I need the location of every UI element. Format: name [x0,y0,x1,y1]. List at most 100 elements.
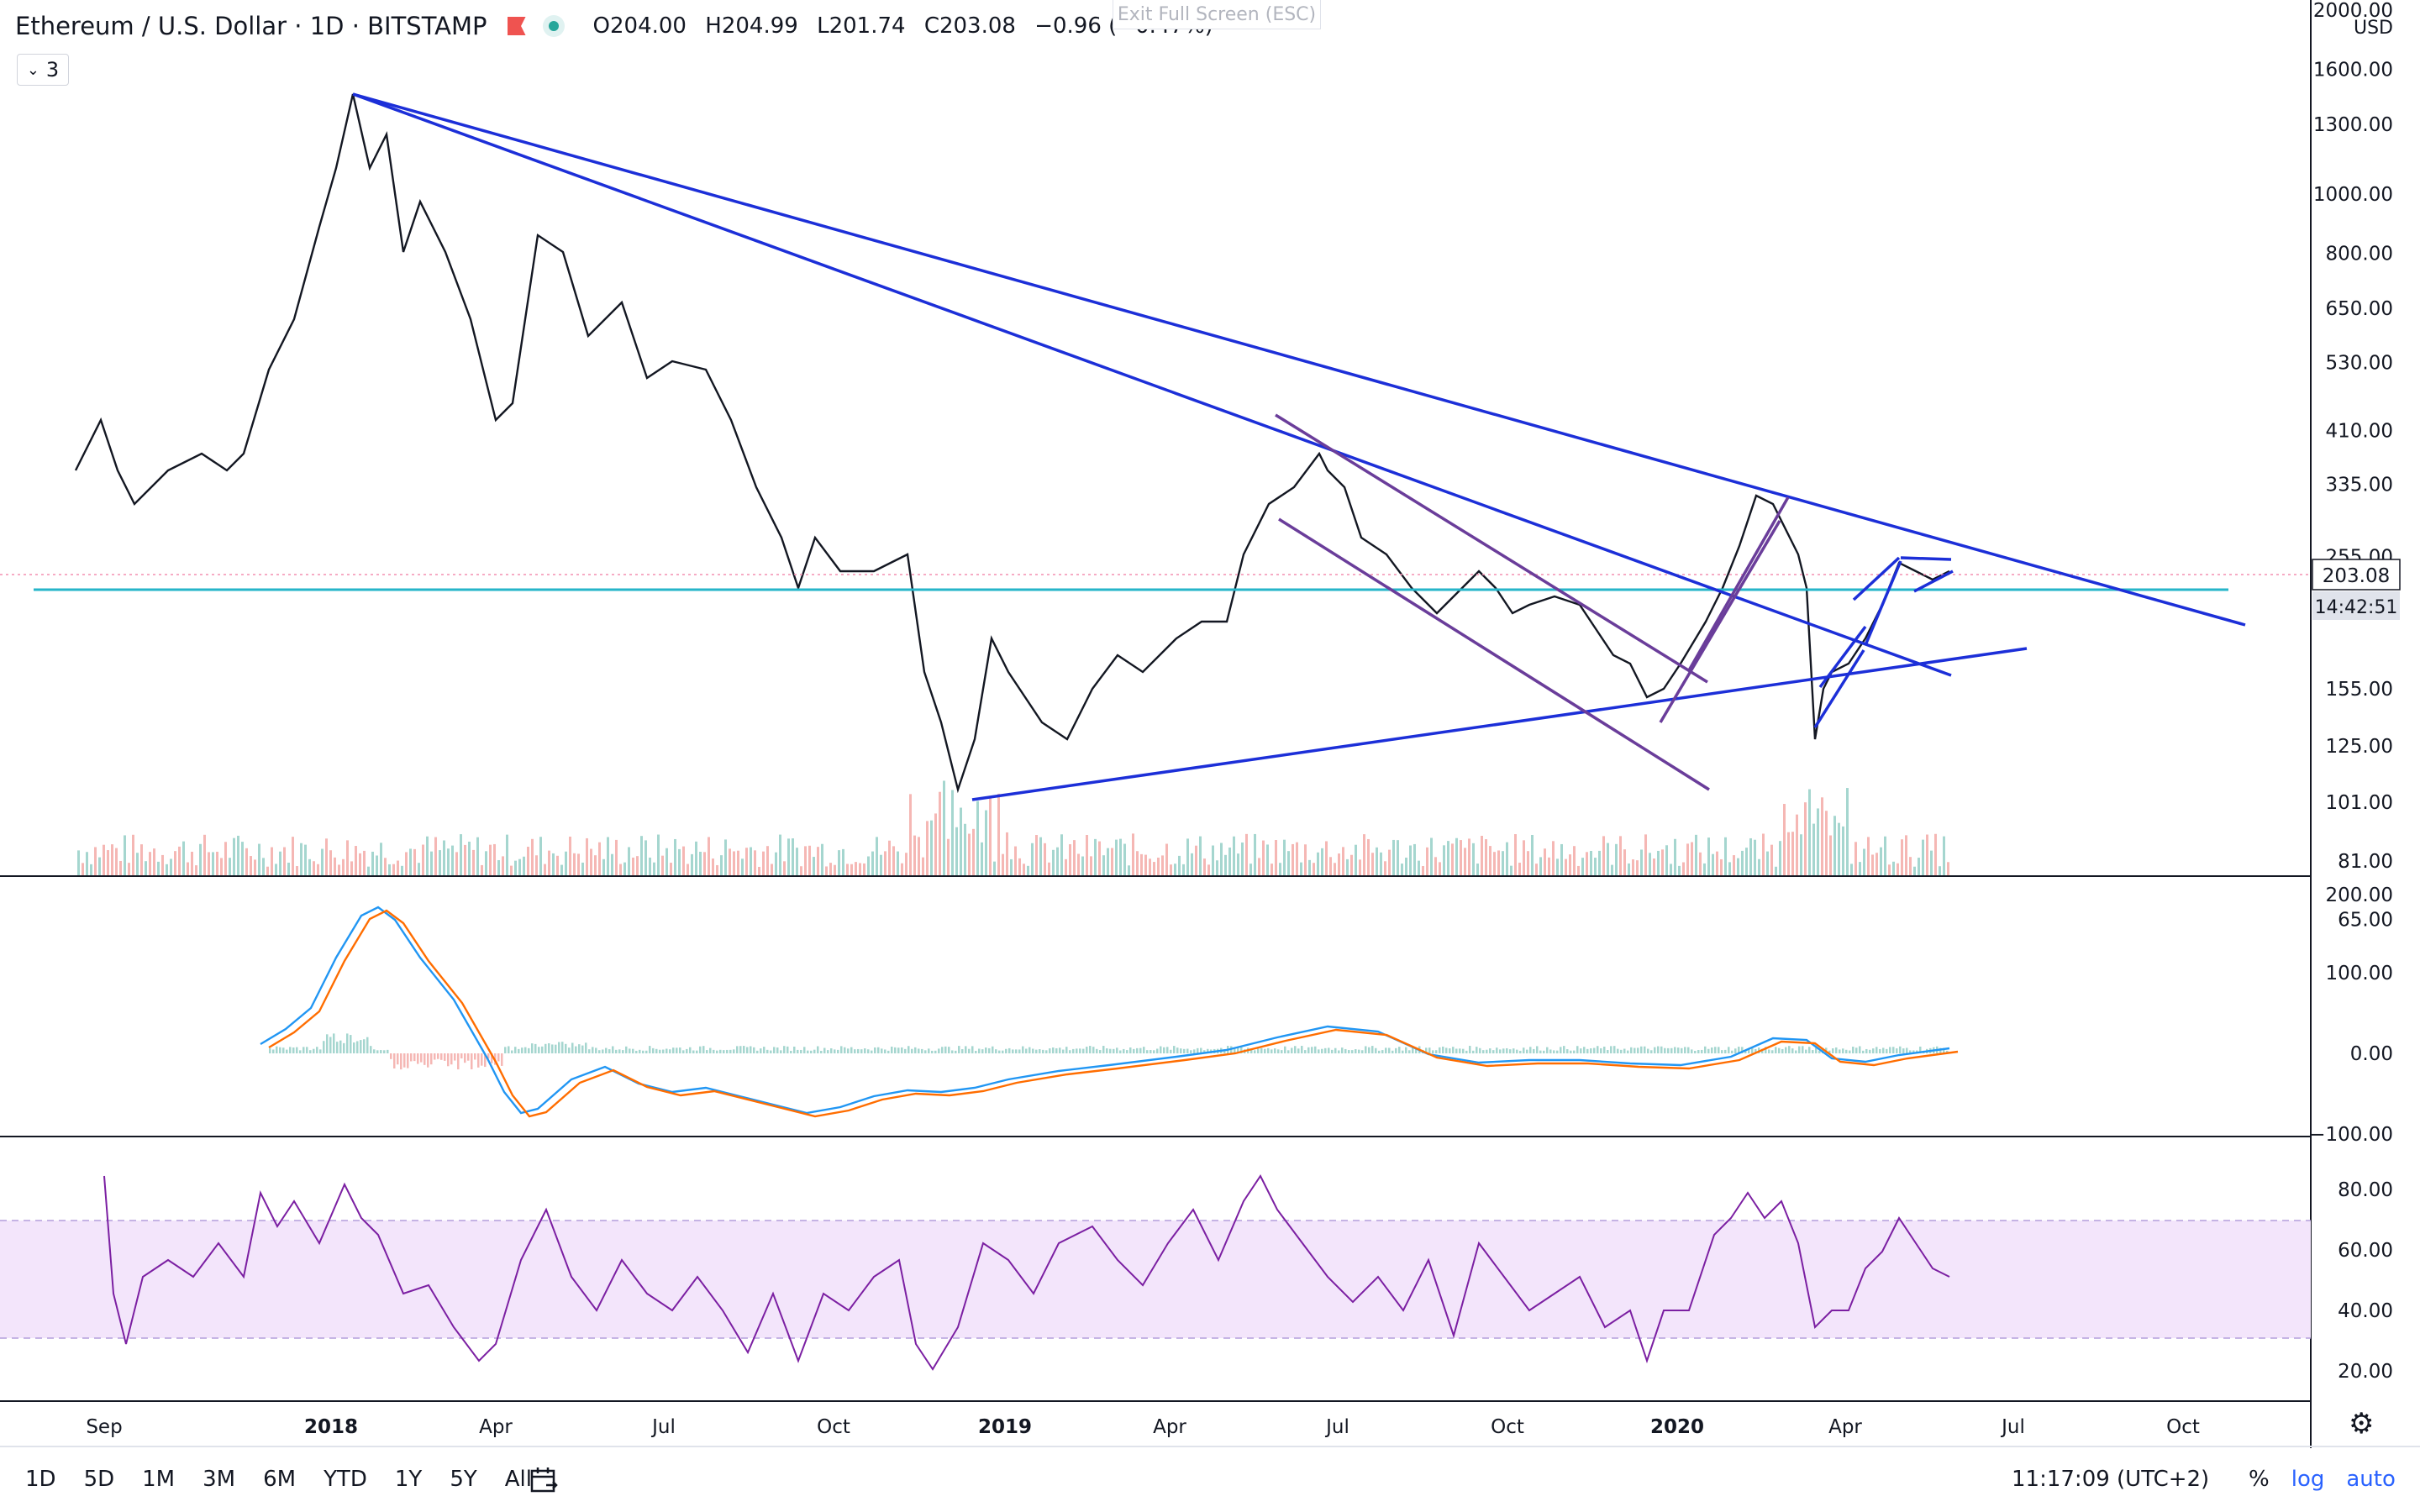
volume-bar [460,834,462,875]
macd-histogram-bar [1509,1049,1512,1053]
macd-histogram-bar [353,1042,355,1053]
channel-lower[interactable] [1278,517,1710,791]
volume-bar [1611,864,1613,875]
macd-histogram-bar [1096,1048,1098,1053]
symbol-title[interactable]: Ethereum / U.S. Dollar · 1D · BITSTAMP [15,12,487,40]
macd-histogram-bar [319,1049,322,1053]
volume-bar [1039,837,1042,875]
volume-bar [1880,847,1882,875]
range-button-3m[interactable]: 3M [203,1467,235,1492]
macd-histogram-bar [760,1048,762,1053]
macd-signal-line[interactable] [268,909,1959,1118]
volume-bar [1926,834,1928,875]
volume-bar [1346,858,1349,875]
macd-line[interactable] [260,906,1950,1115]
macd-histogram-bar [1113,1048,1115,1053]
range-button-all[interactable]: All [505,1467,532,1492]
macd-histogram-bar [1768,1049,1770,1053]
volume-bar [623,862,626,875]
rising-channel-right[interactable] [1687,496,1790,671]
gear-icon[interactable]: ⚙ [2349,1407,2374,1441]
volume-bar [1665,845,1668,875]
range-button-1y[interactable]: 1Y [395,1467,422,1492]
calendar-goto-icon[interactable] [529,1465,560,1495]
volume-bar [195,865,197,875]
time-axis[interactable]: Sep 2018 Apr Jul Oct 2019 Apr Jul Oct 2020 Apr Jul O… [86,1416,2200,1438]
macd-histogram-bar [1593,1047,1596,1053]
macd-histogram-bar [1798,1046,1801,1053]
volume-bar [1254,833,1256,875]
volume-bar [1405,857,1407,875]
macd-histogram-bar [1042,1049,1044,1053]
percent-scale-button[interactable]: % [2249,1467,2270,1492]
macd-histogram-bar [471,1053,473,1069]
price-axis[interactable]: 2000.001600.001300.001000.00800.00650.00… [2313,0,2393,931]
volume-bar [560,864,563,875]
range-button-6m[interactable]: 6M [263,1467,296,1492]
rsi-axis[interactable]: 80.00 60.00 40.00 20.00 [2338,1179,2393,1383]
auto-scale-button[interactable]: auto [2346,1467,2396,1492]
volume-bar [981,842,983,875]
log-scale-button[interactable]: log [2291,1467,2325,1492]
trendline-lower[interactable] [352,92,1952,677]
volume-bar [1615,843,1618,875]
volume-bar [548,850,550,875]
market-status-icon[interactable] [542,15,565,37]
flag-icon[interactable] [507,17,526,35]
volume-bar [1451,843,1454,875]
volume-bar [615,839,618,875]
trendline-upper[interactable] [352,92,2246,627]
macd-histogram-bar [1102,1046,1105,1053]
volume-bar [808,845,811,875]
macd-histogram-bar [867,1049,870,1053]
volume-bar [602,858,605,875]
price-tick-label: 650.00 [2326,298,2393,320]
macd-histogram-bar [1812,1050,1814,1053]
macd-histogram-bar [672,1047,675,1053]
volume-bar [241,842,244,875]
chart-canvas[interactable]: 2000.001600.001300.001000.00800.00650.00… [0,0,2420,1448]
macd-histogram-bar [669,1049,671,1053]
macd-histogram-bar [292,1047,295,1053]
volume-bar [245,848,248,875]
macd-histogram-bar [1734,1048,1737,1053]
macd-histogram-bar [1657,1046,1660,1053]
time-axis-label: Oct [1491,1416,1524,1438]
volume-bar [586,837,588,875]
volume-bar [1216,860,1218,875]
volume-bar [821,843,823,875]
macd-histogram-bar [827,1050,829,1053]
range-button-ytd[interactable]: YTD [324,1467,367,1492]
macd-histogram-bar [1845,1049,1848,1053]
macd-histogram-bar [1395,1047,1397,1053]
macd-histogram-bar [1549,1049,1552,1053]
volume-bar [703,852,706,875]
clock-timezone[interactable]: 11:17:09 (UTC+2) [2012,1467,2209,1492]
macd-histogram-bar [1307,1047,1310,1053]
indicators-toggle-button[interactable]: ⌄ 3 [17,54,69,86]
macd-histogram-bar [1701,1049,1703,1053]
range-button-1d[interactable]: 1D [25,1467,56,1492]
exit-fullscreen-button[interactable]: Exit Full Screen (ESC) [1113,0,1321,29]
macd-histogram-bar [1889,1047,1891,1053]
volume-bar [271,847,273,875]
volume-bar [905,853,908,875]
flag-top[interactable] [1900,556,1952,561]
price-tick-label: 1600.00 [2313,60,2393,81]
drawings-layer[interactable] [34,92,2246,801]
range-button-1m[interactable]: 1M [142,1467,175,1492]
volume-bar [292,837,294,875]
volume-bar [876,837,878,875]
volume-bar [384,858,387,875]
macd-histogram-bar [282,1047,285,1053]
volume-bar [1607,843,1609,875]
macd-histogram-bar [655,1048,658,1053]
range-button-5d[interactable]: 5D [84,1467,115,1492]
macd-histogram-bar [965,1046,967,1053]
volume-bar [1241,842,1244,875]
macd-histogram-bar [1771,1050,1774,1053]
range-button-5y[interactable]: 5Y [450,1467,476,1492]
macd-histogram-bar [924,1050,927,1053]
price-series[interactable] [74,93,1950,794]
trendline-support[interactable] [971,647,2028,801]
